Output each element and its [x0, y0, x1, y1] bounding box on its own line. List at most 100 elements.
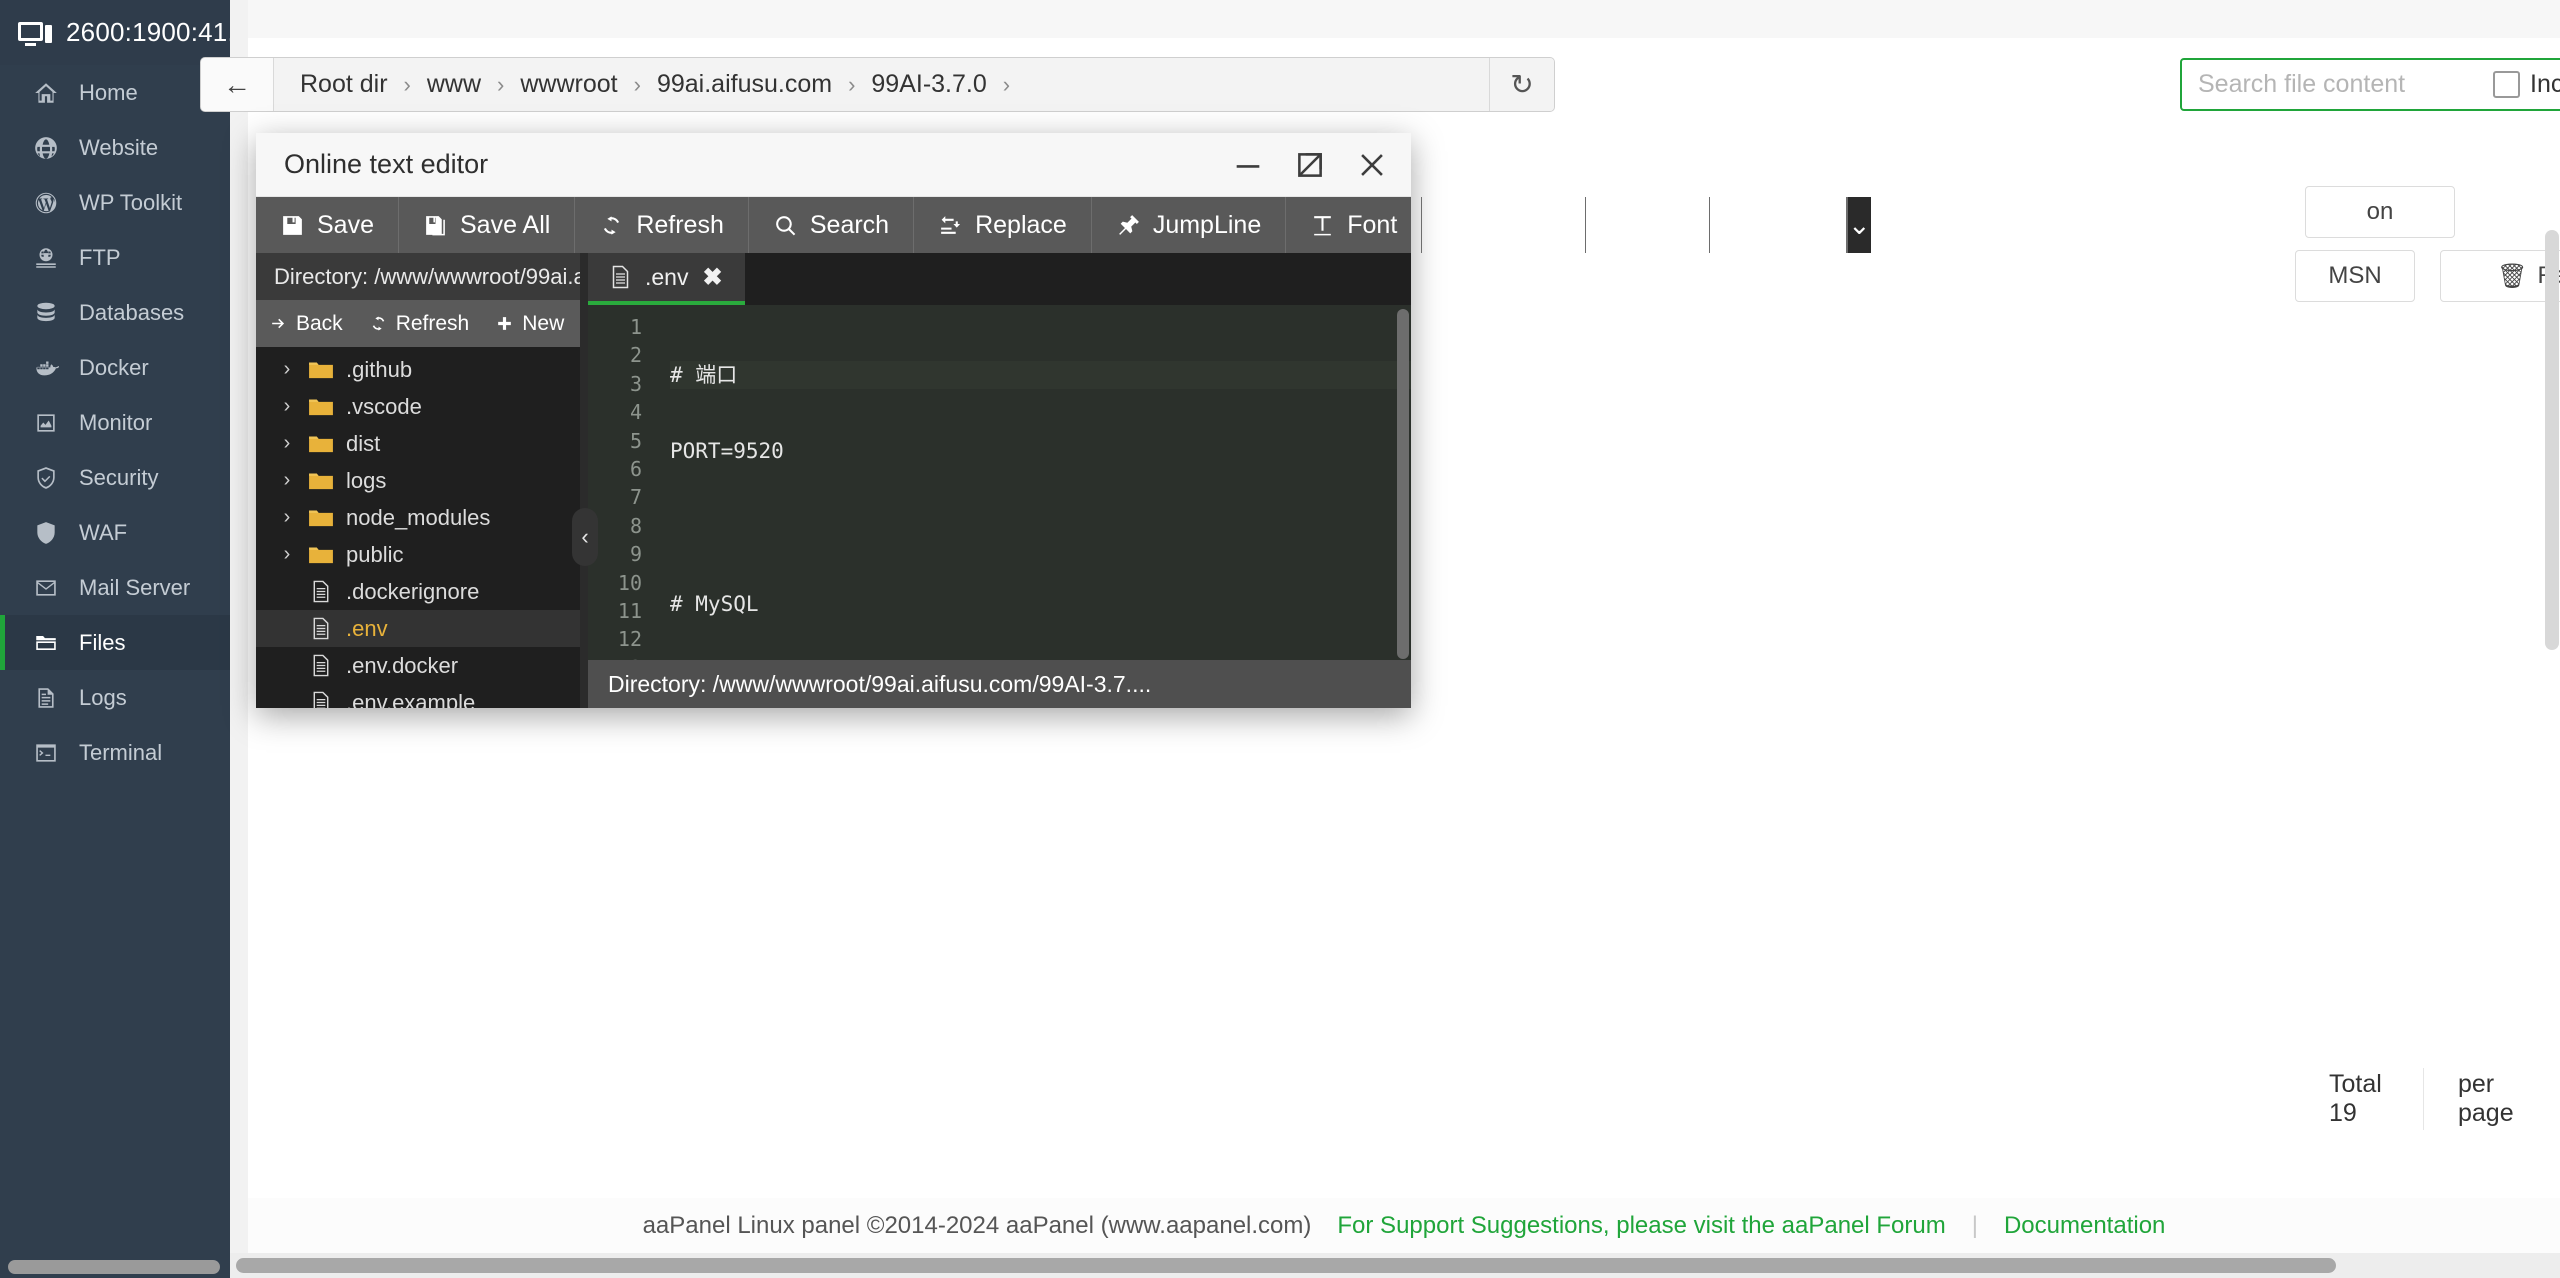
- help-button[interactable]: Help: [1710, 197, 1848, 253]
- tree-item-env-example[interactable]: › .env.example: [256, 684, 588, 708]
- tree-item-env[interactable]: › .env: [256, 610, 588, 647]
- breadcrumb-item-root[interactable]: Root dir: [300, 70, 388, 99]
- save-button[interactable]: Save: [256, 197, 399, 253]
- left-sidebar: 2600:1900:41... 0 Home Website WP Toolki…: [0, 0, 301, 1278]
- page-horizontal-scrollbar[interactable]: [230, 1253, 2560, 1278]
- jumpline-button[interactable]: JumpLine: [1092, 197, 1287, 253]
- tree-item-dockerignore[interactable]: › .dockerignore: [256, 573, 588, 610]
- line-number: 6: [629, 456, 642, 481]
- chevron-right-icon[interactable]: ›: [278, 543, 296, 566]
- pin-icon: [1116, 213, 1141, 238]
- theme-button[interactable]: Theme: [1422, 197, 1587, 253]
- folder-icon: [308, 506, 334, 529]
- refresh-button[interactable]: Refresh: [575, 197, 749, 253]
- close-icon[interactable]: [1355, 148, 1389, 182]
- tree-item-github[interactable]: › .github: [256, 351, 588, 388]
- on-button[interactable]: on: [2305, 186, 2455, 238]
- sidebar-item-logs[interactable]: Logs: [0, 670, 230, 725]
- refresh-icon: [599, 213, 624, 238]
- sidebar-scrollbar[interactable]: [8, 1260, 220, 1274]
- line-number: 5: [629, 428, 642, 453]
- code-editor[interactable]: 1 2 3 4 5 6 7 8 9 10 11 12 13 14: [588, 305, 1411, 660]
- include-checkbox[interactable]: [2493, 71, 2520, 98]
- tree-item-public[interactable]: › public: [256, 536, 588, 573]
- msn-button[interactable]: MSN: [2295, 250, 2415, 302]
- tree-back-button[interactable]: Back: [256, 300, 356, 347]
- folder-icon: [308, 395, 334, 418]
- tree-item-vscode[interactable]: › .vscode: [256, 388, 588, 425]
- close-icon[interactable]: ✖: [702, 263, 722, 292]
- search-button[interactable]: Search: [749, 197, 915, 253]
- shield-check-icon: [33, 465, 59, 491]
- save-all-button[interactable]: Save All: [399, 197, 576, 253]
- toolbar-label: Search: [809, 210, 890, 239]
- collapse-tree-handle[interactable]: ‹: [572, 508, 598, 566]
- font-button[interactable]: Font: [1286, 197, 1423, 253]
- chevron-down-icon[interactable]: ⌄: [1848, 197, 1871, 253]
- sidebar-item-home[interactable]: Home: [0, 65, 230, 120]
- set-button[interactable]: Set: [1586, 197, 1710, 253]
- footer-copyright: aaPanel Linux panel ©2014-2024 aaPanel (…: [642, 1211, 1312, 1239]
- chevron-right-icon[interactable]: ›: [278, 506, 296, 529]
- recycle-bin-button[interactable]: 🗑 Recycle: [2440, 250, 2560, 302]
- sidebar-item-docker[interactable]: Docker: [0, 340, 230, 395]
- tree-item-logs[interactable]: › logs: [256, 462, 588, 499]
- scrollbar-thumb[interactable]: [236, 1258, 2336, 1273]
- tree-item-env-docker[interactable]: › .env.docker: [256, 647, 588, 684]
- sidebar-item-ftp[interactable]: FTP: [0, 230, 230, 285]
- tree-new-button[interactable]: New: [482, 300, 577, 347]
- breadcrumb-item-domain[interactable]: 99ai.aifusu.com: [657, 70, 832, 99]
- code-content[interactable]: # 端口 PORT=9520 # MySQL DB_HOST=127.0.0.1…: [656, 305, 1411, 660]
- tree-item-label: dist: [346, 430, 381, 456]
- sidebar-item-wp-toolkit[interactable]: WP Toolkit: [0, 175, 230, 230]
- sidebar-item-label: Databases: [79, 299, 185, 325]
- toolbar-label: JumpLine: [1152, 210, 1262, 239]
- chevron-right-icon[interactable]: ›: [278, 469, 296, 492]
- sidebar-item-files[interactable]: Files: [0, 615, 230, 670]
- footer-support-link[interactable]: For Support Suggestions, please visit th…: [1337, 1212, 1945, 1240]
- editor-vertical-scrollbar[interactable]: [1397, 309, 1409, 659]
- footer-documentation-link[interactable]: Documentation: [2004, 1212, 2165, 1240]
- tree-item-label: .env.docker: [346, 652, 459, 678]
- chevron-right-icon[interactable]: ›: [278, 395, 296, 418]
- back-button[interactable]: ←: [201, 58, 274, 111]
- include-label: Inc: [2530, 70, 2560, 98]
- replace-button[interactable]: Replace: [914, 197, 1092, 253]
- editor-panel: .env ✖ 1 2 3 4 5 6 7 8 9 10 11 12 # 端口 P…: [588, 253, 1411, 708]
- sidebar-item-website[interactable]: Website: [0, 120, 230, 175]
- breadcrumb-item-www[interactable]: www: [427, 70, 481, 99]
- chevron-right-icon[interactable]: ›: [278, 358, 296, 381]
- chevron-right-icon[interactable]: ›: [278, 432, 296, 455]
- pagination-bar: Total 19 per page: [2295, 1068, 2560, 1130]
- tree-splitter[interactable]: [580, 253, 588, 708]
- sidebar-item-mail-server[interactable]: Mail Server: [0, 560, 230, 615]
- minimize-icon[interactable]: [1231, 148, 1265, 182]
- tree-item-label: .github: [346, 356, 413, 382]
- sidebar-item-security[interactable]: Security: [0, 450, 230, 505]
- line-number: 1: [629, 315, 642, 339]
- tree-item-dist[interactable]: › dist: [256, 425, 588, 462]
- content-vertical-scrollbar[interactable]: [2545, 230, 2559, 650]
- search-input[interactable]: [2198, 70, 2483, 99]
- font-icon: [1310, 213, 1335, 238]
- sidebar-item-waf[interactable]: WAF: [0, 505, 230, 560]
- file-icon: [308, 580, 334, 603]
- tab-env[interactable]: .env ✖: [588, 253, 745, 305]
- sidebar-item-terminal[interactable]: Terminal: [0, 725, 230, 780]
- toolbar-label: Save All: [459, 210, 551, 239]
- line-number: 13: [588, 654, 642, 660]
- docker-icon: [33, 355, 59, 381]
- tree-item-node-modules[interactable]: › node_modules: [256, 499, 588, 536]
- maximize-icon[interactable]: [1293, 148, 1327, 182]
- sidebar-item-databases[interactable]: Databases: [0, 285, 230, 340]
- breadcrumb-item-project[interactable]: 99AI-3.7.0: [871, 70, 986, 99]
- sidebar-item-label: Monitor: [79, 409, 153, 435]
- tree-directory-label: Directory: /www/wwwroot/99ai.aifusu....: [256, 253, 588, 300]
- tree-refresh-button[interactable]: Refresh: [356, 300, 483, 347]
- breadcrumb-item-wwwroot[interactable]: wwwroot: [520, 70, 617, 99]
- sidebar-item-monitor[interactable]: Monitor: [0, 395, 230, 450]
- save-all-icon: [423, 213, 448, 238]
- per-page-label[interactable]: per page: [2424, 1068, 2560, 1130]
- line-number: 4: [629, 400, 642, 425]
- refresh-icon[interactable]: ↻: [1489, 58, 1554, 111]
